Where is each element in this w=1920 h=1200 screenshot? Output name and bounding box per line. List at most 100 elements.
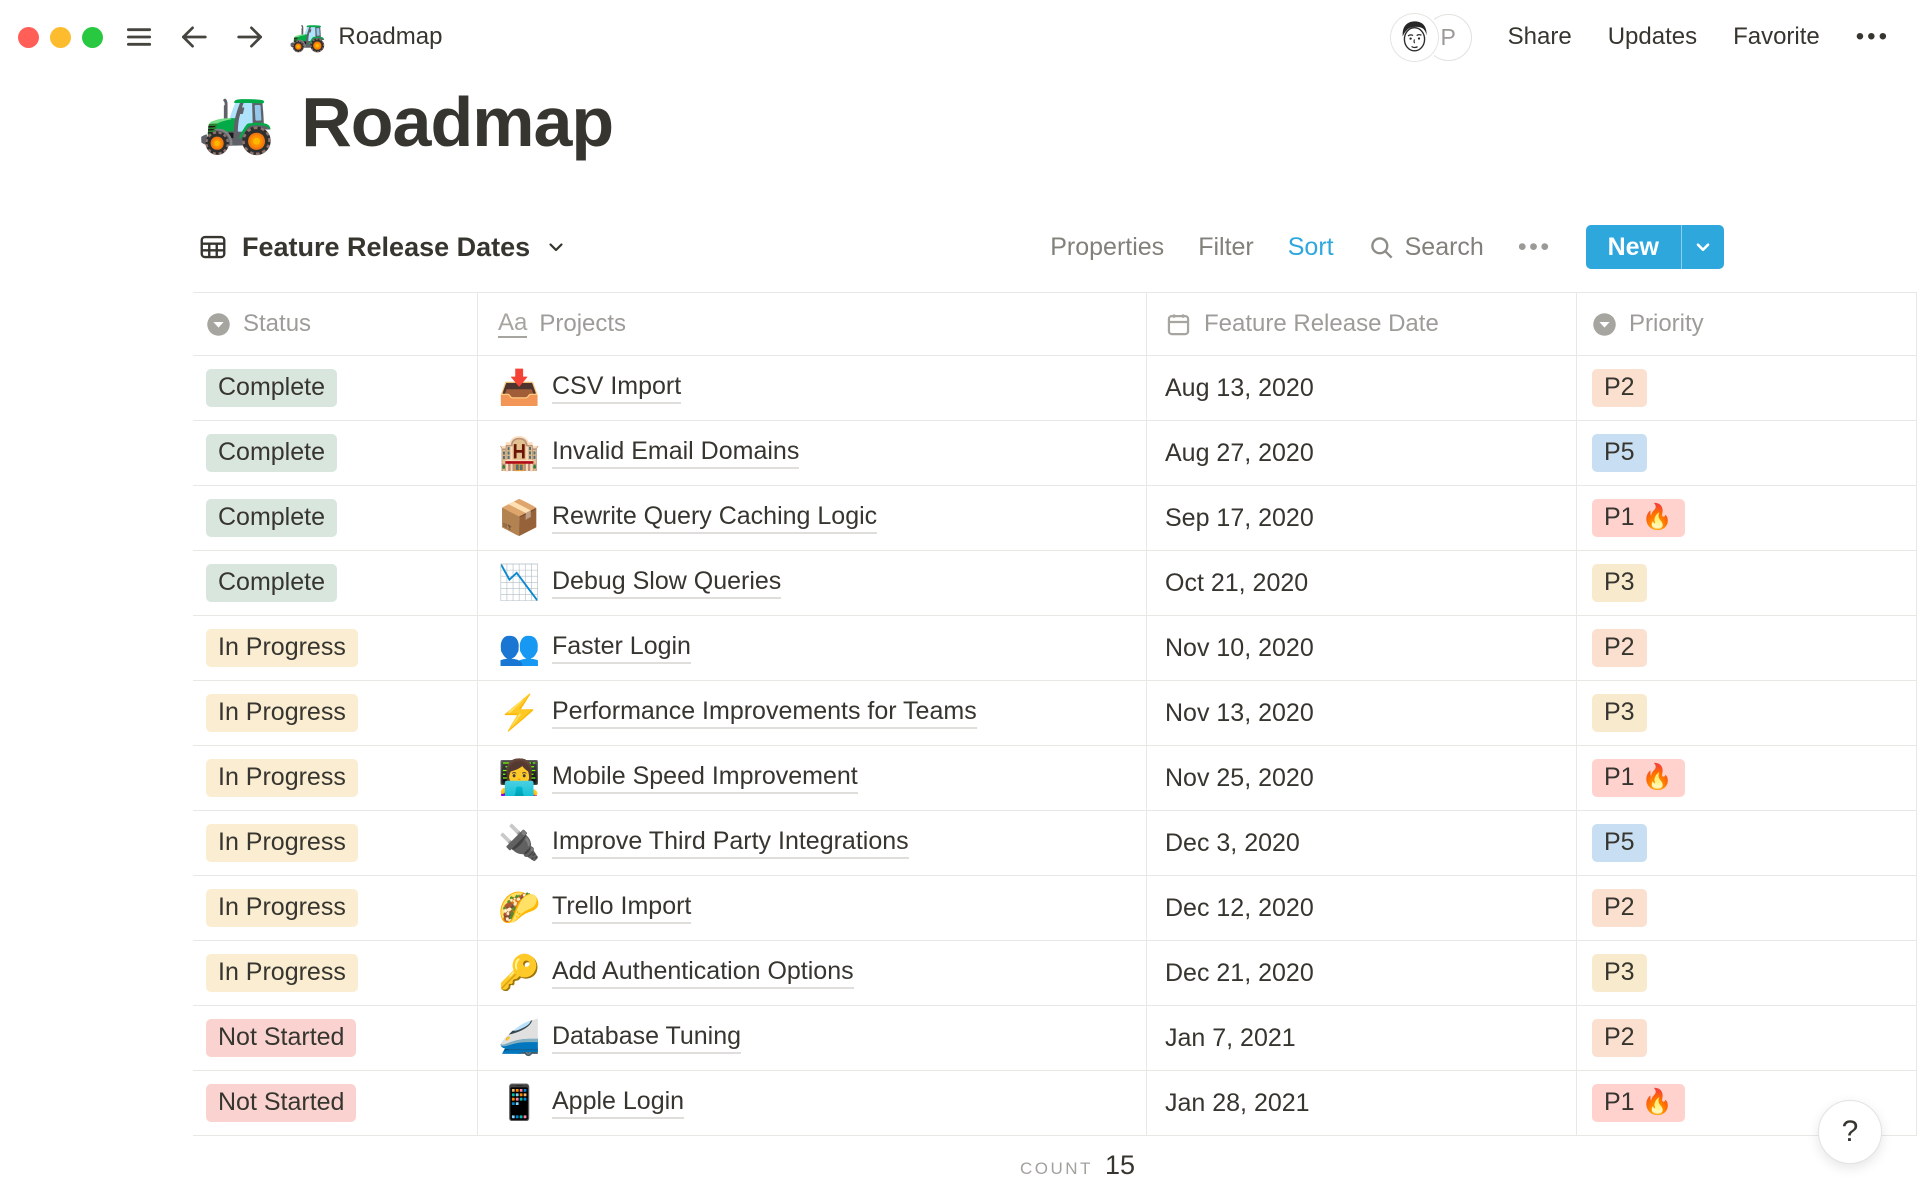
project-emoji-icon: 📦 — [498, 499, 541, 537]
toolbar-more-icon[interactable]: ••• — [1518, 233, 1552, 262]
back-button[interactable] — [177, 20, 211, 54]
search-button[interactable]: Search — [1368, 233, 1484, 262]
status-cell[interactable]: Complete — [193, 421, 478, 485]
row-count[interactable]: COUNT 15 — [1020, 1150, 1135, 1181]
project-page-link[interactable]: 📉 Debug Slow Queries — [498, 566, 782, 600]
priority-cell[interactable]: P2 — [1577, 1006, 1917, 1070]
status-cell[interactable]: In Progress — [193, 616, 478, 680]
project-cell[interactable]: 🌮 Trello Import — [478, 876, 1147, 940]
status-cell[interactable]: Complete — [193, 486, 478, 550]
project-cell[interactable]: 👩‍💻 Mobile Speed Improvement — [478, 746, 1147, 810]
view-switcher[interactable]: Feature Release Dates — [198, 232, 568, 263]
project-page-link[interactable]: 📥 CSV Import — [498, 371, 682, 405]
project-page-link[interactable]: 👥 Faster Login — [498, 631, 691, 665]
project-cell[interactable]: ⚡ Performance Improvements for Teams — [478, 681, 1147, 745]
project-cell[interactable]: 🔌 Improve Third Party Integrations — [478, 811, 1147, 875]
filter-button[interactable]: Filter — [1198, 233, 1254, 262]
release-date-cell[interactable]: Nov 25, 2020 — [1147, 746, 1577, 810]
project-cell[interactable]: 🚄 Database Tuning — [478, 1006, 1147, 1070]
column-header-status[interactable]: Status — [193, 293, 478, 355]
project-page-link[interactable]: 🔑 Add Authentication Options — [498, 956, 854, 990]
priority-cell[interactable]: P3 — [1577, 681, 1917, 745]
status-cell[interactable]: In Progress — [193, 681, 478, 745]
project-page-link[interactable]: ⚡ Performance Improvements for Teams — [498, 696, 977, 730]
column-header-projects[interactable]: Aa Projects — [478, 293, 1147, 355]
properties-button[interactable]: Properties — [1050, 233, 1164, 262]
help-button[interactable]: ? — [1818, 1100, 1882, 1164]
column-header-priority[interactable]: Priority — [1577, 293, 1917, 355]
project-cell[interactable]: 📱 Apple Login — [478, 1071, 1147, 1135]
status-cell[interactable]: Not Started — [193, 1006, 478, 1070]
priority-cell[interactable]: P3 — [1577, 941, 1917, 1005]
release-date-cell[interactable]: Jan 7, 2021 — [1147, 1006, 1577, 1070]
project-page-link[interactable]: 📦 Rewrite Query Caching Logic — [498, 499, 878, 537]
priority-cell[interactable]: P2 — [1577, 616, 1917, 680]
release-date: Aug 27, 2020 — [1165, 438, 1314, 467]
release-date-cell[interactable]: Dec 3, 2020 — [1147, 811, 1577, 875]
project-cell[interactable]: 🔑 Add Authentication Options — [478, 941, 1147, 1005]
sort-button[interactable]: Sort — [1288, 233, 1334, 262]
project-page-link[interactable]: 🚄 Database Tuning — [498, 1021, 742, 1055]
close-window-button[interactable] — [18, 26, 39, 48]
project-page-link[interactable]: 🏨 Invalid Email Domains — [498, 436, 800, 470]
forward-button[interactable] — [233, 20, 267, 54]
release-date-cell[interactable]: Nov 10, 2020 — [1147, 616, 1577, 680]
status-cell[interactable]: In Progress — [193, 941, 478, 1005]
priority-cell[interactable]: P3 — [1577, 551, 1917, 615]
new-button-chevron[interactable] — [1682, 225, 1724, 269]
release-date-cell[interactable]: Sep 17, 2020 — [1147, 486, 1577, 550]
release-date-cell[interactable]: Oct 21, 2020 — [1147, 551, 1577, 615]
status-cell[interactable]: Complete — [193, 551, 478, 615]
status-cell[interactable]: In Progress — [193, 746, 478, 810]
column-header-feature-release-date[interactable]: Feature Release Date — [1147, 293, 1577, 355]
release-date-cell[interactable]: Jan 28, 2021 — [1147, 1071, 1577, 1135]
column-label: Priority — [1629, 310, 1704, 337]
new-button-label[interactable]: New — [1586, 225, 1681, 269]
project-page-link[interactable]: 🔌 Improve Third Party Integrations — [498, 826, 909, 860]
priority-cell[interactable]: P1 🔥 — [1577, 746, 1917, 810]
project-cell[interactable]: 📉 Debug Slow Queries — [478, 551, 1147, 615]
release-date-cell[interactable]: Aug 13, 2020 — [1147, 356, 1577, 420]
arrow-left-icon — [177, 20, 211, 54]
priority-cell[interactable]: P1 🔥 — [1577, 486, 1917, 550]
sidebar-menu-button[interactable] — [123, 21, 155, 53]
priority-cell[interactable]: P5 — [1577, 811, 1917, 875]
project-cell[interactable]: 📦 Rewrite Query Caching Logic — [478, 486, 1147, 550]
status-cell[interactable]: Complete — [193, 356, 478, 420]
release-date-cell[interactable]: Dec 12, 2020 — [1147, 876, 1577, 940]
project-cell[interactable]: 📥 CSV Import — [478, 356, 1147, 420]
release-date: Nov 10, 2020 — [1165, 633, 1314, 662]
status-cell[interactable]: In Progress — [193, 876, 478, 940]
project-page-link[interactable]: 🌮 Trello Import — [498, 891, 692, 925]
release-date-cell[interactable]: Aug 27, 2020 — [1147, 421, 1577, 485]
project-cell[interactable]: 🏨 Invalid Email Domains — [478, 421, 1147, 485]
share-button[interactable]: Share — [1508, 23, 1572, 51]
table-row: Complete 🏨 Invalid Email Domains Aug 27, 20… — [193, 421, 1917, 486]
minimize-window-button[interactable] — [50, 26, 71, 48]
priority-cell[interactable]: P2 — [1577, 876, 1917, 940]
release-date-cell[interactable]: Dec 21, 2020 — [1147, 941, 1577, 1005]
viewer-avatars[interactable]: P — [1390, 13, 1472, 61]
release-date-cell[interactable]: Nov 13, 2020 — [1147, 681, 1577, 745]
project-page-link[interactable]: 📱 Apple Login — [498, 1086, 685, 1120]
project-page-link[interactable]: 👩‍💻 Mobile Speed Improvement — [498, 761, 858, 795]
view-name: Feature Release Dates — [242, 231, 531, 262]
breadcrumb[interactable]: 🚜 Roadmap — [289, 22, 442, 52]
question-mark-icon: ? — [1841, 1115, 1859, 1148]
zoom-window-button[interactable] — [82, 26, 103, 48]
priority-cell[interactable]: P5 — [1577, 421, 1917, 485]
new-button[interactable]: New — [1585, 225, 1724, 269]
table-row: In Progress 🌮 Trello Import Dec 12, 2020 P2 — [193, 876, 1917, 941]
status-cell[interactable]: In Progress — [193, 811, 478, 875]
page-title[interactable]: Roadmap — [301, 82, 614, 162]
page-icon-tractor[interactable]: 🚜 — [198, 91, 275, 153]
priority-cell[interactable]: P2 — [1577, 356, 1917, 420]
updates-button[interactable]: Updates — [1608, 23, 1697, 51]
project-cell[interactable]: 👥 Faster Login — [478, 616, 1147, 680]
table-row: Complete 📉 Debug Slow Queries Oct 21, 2020 P… — [193, 551, 1917, 616]
status-cell[interactable]: Not Started — [193, 1071, 478, 1135]
priority-badge: P1 🔥 — [1592, 499, 1685, 537]
release-date: Dec 12, 2020 — [1165, 893, 1314, 922]
more-options-icon[interactable]: ••• — [1856, 23, 1890, 51]
favorite-button[interactable]: Favorite — [1733, 23, 1820, 51]
